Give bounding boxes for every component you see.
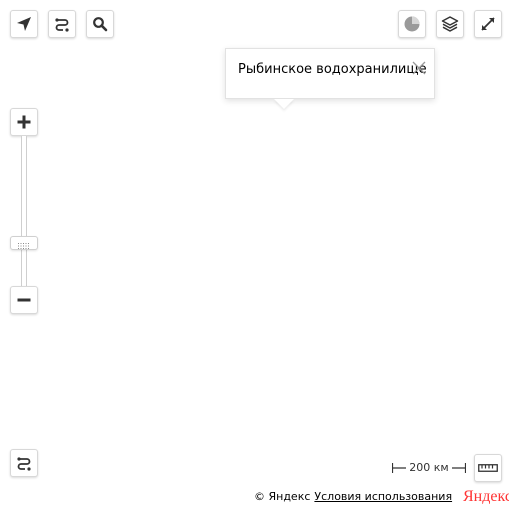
map[interactable]: Рыбинское водохранилище 200 км © Яндекс … <box>0 0 512 512</box>
place-balloon: Рыбинское водохранилище <box>225 48 435 109</box>
close-icon <box>412 60 426 79</box>
route-button[interactable] <box>48 10 76 38</box>
ruler-icon <box>478 464 498 472</box>
copyright-text: © Яндекс <box>254 490 311 503</box>
terms-of-use-link[interactable]: Условия использования <box>314 490 452 503</box>
balloon-close-button[interactable] <box>410 60 428 78</box>
copyright-bar: © Яндекс Условия использования <box>254 489 452 505</box>
search-icon <box>92 16 108 32</box>
layers-button[interactable] <box>436 10 464 38</box>
balloon-pointer <box>274 99 294 109</box>
fullscreen-icon <box>480 16 496 32</box>
minus-icon <box>17 293 31 307</box>
zoom-slider-track[interactable] <box>21 136 27 286</box>
route-panel-button[interactable] <box>10 449 38 477</box>
plus-icon <box>17 115 31 129</box>
zoom-out-button[interactable] <box>10 286 38 314</box>
zoom-in-button[interactable] <box>10 108 38 136</box>
geolocation-arrow-icon <box>16 16 32 32</box>
scale-line: 200 км <box>392 461 466 475</box>
search-button[interactable] <box>86 10 114 38</box>
scale-label: 200 км <box>409 461 449 474</box>
yandex-logo[interactable]: Яндекс <box>463 486 512 506</box>
traffic-button[interactable] <box>398 10 426 38</box>
route-icon <box>16 455 32 471</box>
layers-icon <box>441 15 459 33</box>
route-icon <box>54 16 70 32</box>
zoom-slider-handle[interactable] <box>10 236 38 250</box>
fullscreen-button[interactable] <box>474 10 502 38</box>
yandex-logo-text: Яндекс <box>463 488 509 505</box>
geolocation-button[interactable] <box>10 10 38 38</box>
ruler-button[interactable] <box>474 454 502 482</box>
balloon-title: Рыбинское водохранилище <box>238 62 427 77</box>
traffic-icon <box>403 15 421 33</box>
grip-icon <box>18 234 30 253</box>
